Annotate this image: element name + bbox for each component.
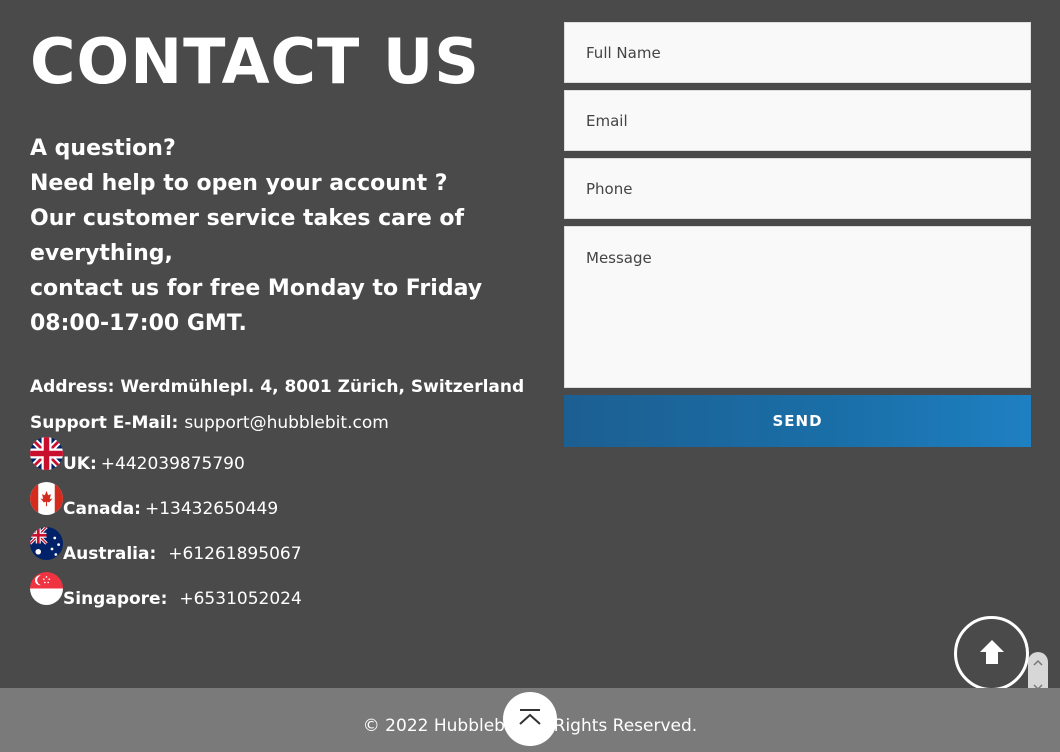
full-name-input[interactable]: Full Name (564, 22, 1031, 83)
support-email-link[interactable]: support@hubblebit.com (184, 413, 388, 433)
intro-line: Our customer service takes care of every… (30, 206, 465, 266)
support-email-row: Support E-Mail: support@hubblebit.com (30, 409, 530, 437)
phone-number[interactable]: +61261895067 (168, 544, 301, 564)
chevron-up-icon (517, 707, 543, 731)
intro-line: contact us for free Monday to Friday 08:… (30, 276, 483, 336)
australia-flag-icon (30, 527, 63, 560)
uk-flag-icon (30, 437, 63, 470)
intro-line: Need help to open your account ? (30, 171, 448, 196)
send-button[interactable]: SEND (564, 395, 1031, 447)
phone-placeholder: Phone (586, 179, 633, 198)
support-email-label: Support E-Mail: (30, 413, 179, 433)
scroll-up-chevron-icon[interactable] (1033, 659, 1043, 670)
country-label: Australia: (63, 544, 157, 564)
contact-intro: A question? Need help to open your accou… (30, 131, 530, 341)
phone-number[interactable]: +6531052024 (179, 589, 301, 609)
scroll-to-top-button[interactable] (954, 616, 1029, 691)
message-textarea[interactable]: Message (564, 226, 1031, 388)
canada-flag-icon (30, 482, 63, 515)
phone-number[interactable]: +442039875790 (101, 454, 245, 474)
phone-input[interactable]: Phone (564, 158, 1031, 219)
country-label: UK: (63, 454, 97, 474)
contact-details: Address: Werdmühlepl. 4, 8001 Zürich, Sw… (30, 373, 530, 617)
singapore-flag-icon (30, 572, 63, 605)
phone-row-australia: Australia: +61261895067 (30, 527, 530, 572)
phone-row-canada: Canada: +13432650449 (30, 482, 530, 527)
phone-number[interactable]: +13432650449 (145, 499, 278, 519)
arrow-up-icon (977, 637, 1007, 671)
full-name-placeholder: Full Name (586, 43, 661, 62)
email-placeholder: Email (586, 111, 628, 130)
phone-row-uk: UK: +442039875790 (30, 437, 530, 482)
intro-line: A question? (30, 136, 176, 161)
contact-form: Full Name Email Phone Message SEND (564, 22, 1031, 447)
phone-row-singapore: Singapore: +6531052024 (30, 572, 530, 617)
country-label: Canada: (63, 499, 141, 519)
contact-info-section: CONTACT US A question? Need help to open… (30, 22, 530, 617)
email-input[interactable]: Email (564, 90, 1031, 151)
back-to-top-button[interactable] (503, 692, 557, 746)
message-placeholder: Message (586, 249, 652, 267)
page-title: CONTACT US (30, 25, 480, 98)
country-label: Singapore: (63, 589, 168, 609)
address-text: Address: Werdmühlepl. 4, 8001 Zürich, Sw… (30, 377, 525, 397)
